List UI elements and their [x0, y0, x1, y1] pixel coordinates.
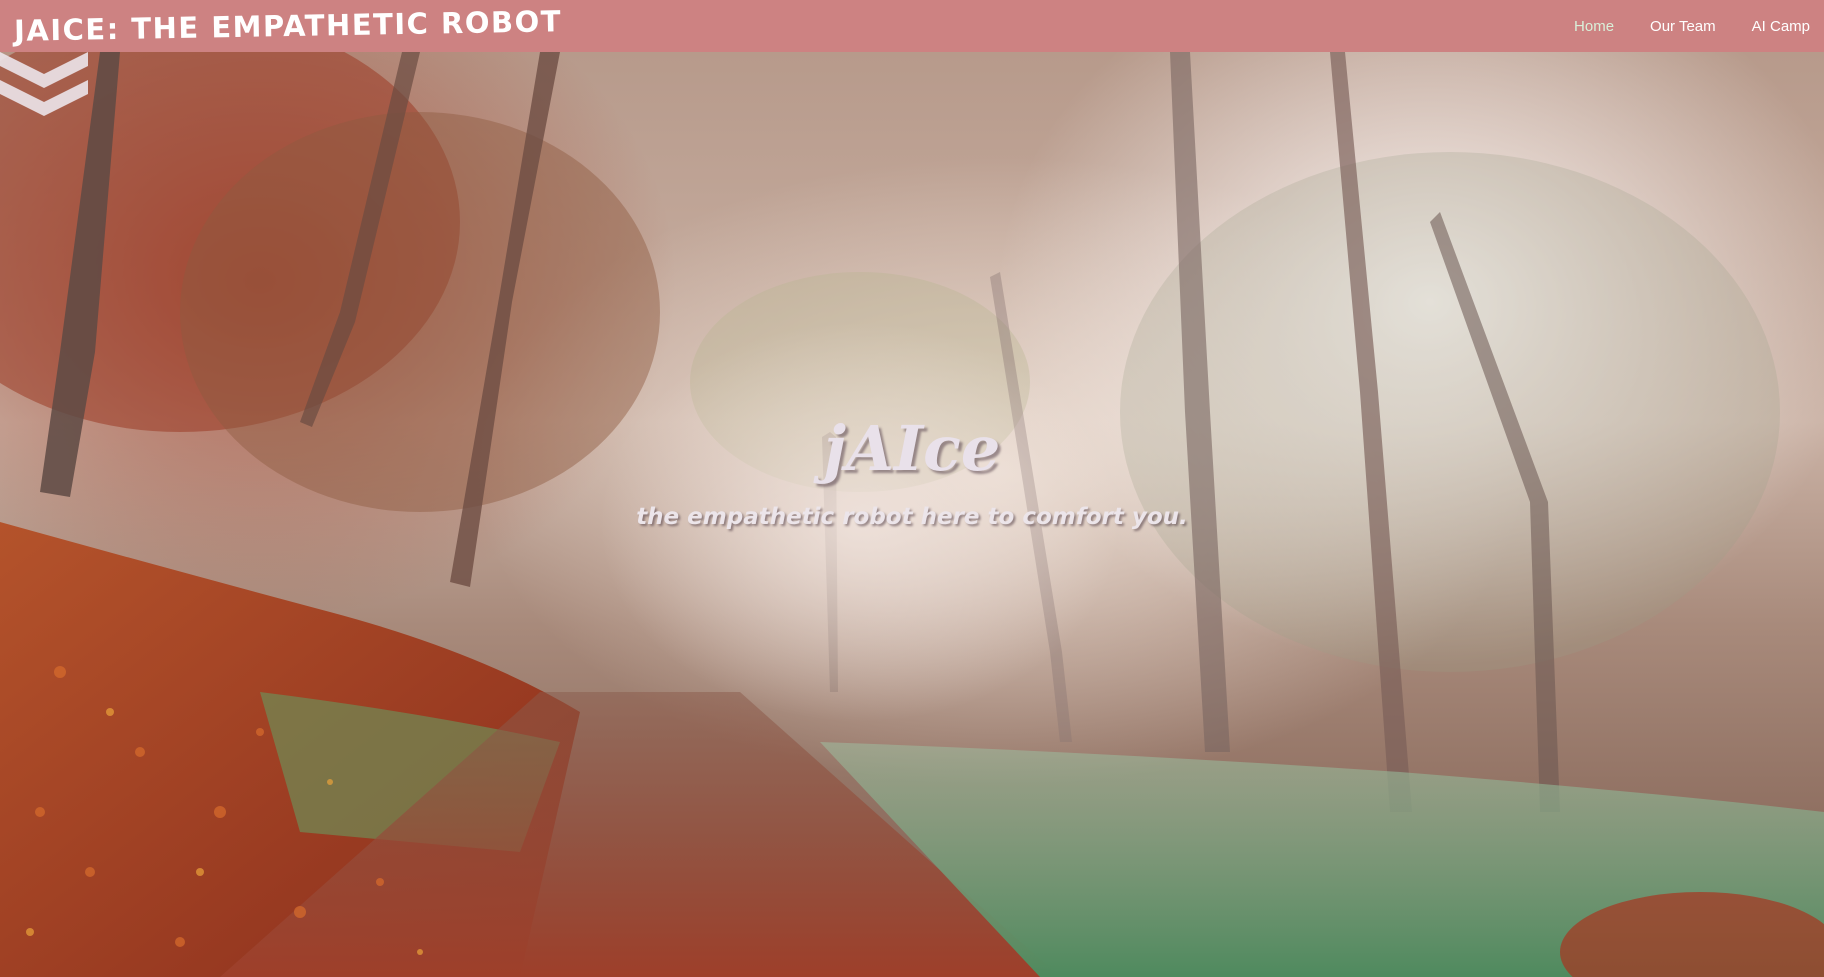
hero-subtitle: the empathetic robot here to comfort you… — [636, 504, 1188, 530]
hero-section: jAIce the empathetic robot here to comfo… — [0, 52, 1824, 977]
navbar: jAIce: the empathetic robot Home Our Tea… — [0, 0, 1824, 52]
nav-link-ai-camp[interactable]: AI Camp — [1752, 18, 1810, 35]
double-chevron-down-icon[interactable] — [0, 52, 88, 116]
page: jAIce: the empathetic robot Home Our Tea… — [0, 0, 1824, 977]
nav-link-home[interactable]: Home — [1574, 18, 1614, 35]
nav-link-our-team[interactable]: Our Team — [1650, 18, 1716, 35]
nav-links: Home Our Team AI Camp — [1538, 18, 1810, 35]
hero-title: jAIce — [823, 412, 1001, 485]
brand-title[interactable]: jAIce: the empathetic robot — [14, 4, 563, 48]
